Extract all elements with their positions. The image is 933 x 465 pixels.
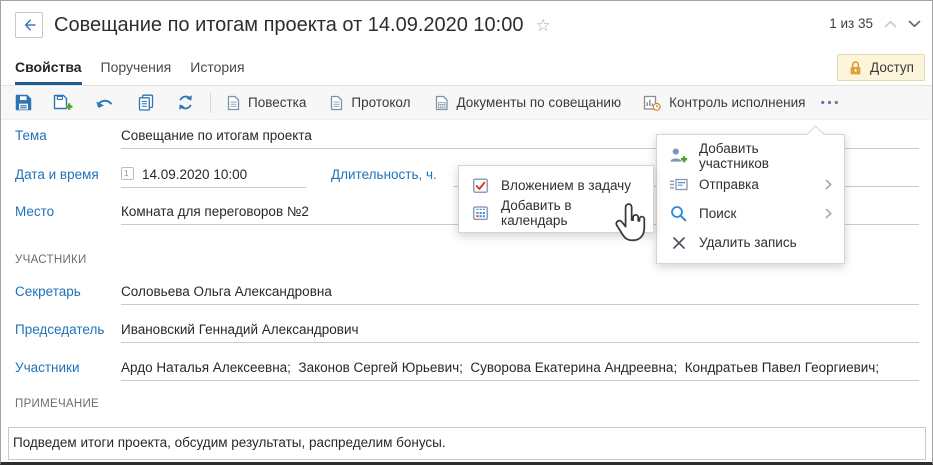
note-input[interactable]: Подведем итоги проекта, обсудим результа… — [8, 427, 926, 460]
secretary-input[interactable]: Соловьева Ольга Александровна — [121, 283, 919, 305]
tab-bar: Свойства Поручения История — [1, 49, 932, 86]
more-dots-icon — [820, 100, 839, 105]
menu-item-attach-to-task-label: Вложением в задачу — [501, 178, 631, 193]
back-button[interactable] — [15, 12, 43, 38]
delete-x-icon — [669, 236, 688, 250]
person-add-icon — [669, 147, 688, 164]
send-card-icon — [669, 178, 688, 191]
meeting-documents-button[interactable]: Документы по совещанию — [435, 95, 622, 111]
page-title: Совещание по итогам проекта от 14.09.202… — [54, 14, 523, 37]
datetime-value: 14.09.2020 10:00 — [142, 166, 247, 183]
agenda-button-label: Повестка — [248, 95, 306, 110]
chevron-up-icon — [884, 20, 897, 28]
save-plus-icon — [53, 94, 73, 112]
copy-button[interactable] — [138, 94, 154, 111]
undo-icon — [95, 96, 114, 109]
refresh-button[interactable] — [177, 94, 194, 111]
topic-label: Тема — [15, 127, 121, 144]
toolbar: Повестка Протокол Документы по совещанию — [1, 86, 932, 120]
menu-item-search-label: Поиск — [699, 206, 736, 221]
menu-item-attach-to-task[interactable]: Вложением в задачу — [459, 171, 653, 199]
agenda-button[interactable]: Повестка — [227, 95, 306, 111]
back-arrow-icon — [22, 18, 37, 32]
previous-record-button[interactable] — [884, 20, 897, 28]
members-field-row: Участники Ардо Наталья Алексеевна; Закон… — [15, 359, 919, 381]
protocol-button-label: Протокол — [351, 95, 410, 110]
menu-item-add-participants[interactable]: Добавить участников — [657, 141, 844, 170]
datetime-input[interactable]: 1 14.09.2020 10:00 — [121, 166, 306, 188]
document-calendar-icon — [435, 95, 449, 111]
submenu-chevron-icon — [825, 208, 832, 219]
document-icon — [330, 95, 343, 111]
copy-icon — [138, 94, 154, 111]
submenu-chevron-icon — [825, 179, 832, 190]
save-icon — [15, 94, 32, 111]
chairman-field-row: Председатель Ивановский Геннадий Алексан… — [15, 321, 919, 343]
secretary-label: Секретарь — [15, 283, 121, 300]
execution-control-button-label: Контроль исполнения — [669, 95, 805, 110]
secretary-field-row: Секретарь Соловьева Ольга Александровна — [15, 283, 919, 305]
header: Совещание по итогам проекта от 14.09.202… — [1, 1, 932, 49]
access-button[interactable]: Доступ — [837, 54, 925, 81]
save-and-add-button[interactable] — [53, 94, 73, 112]
meeting-card-window: Совещание по итогам проекта от 14.09.202… — [0, 0, 933, 465]
calendar-icon — [471, 205, 490, 221]
meeting-documents-button-label: Документы по совещанию — [457, 95, 622, 110]
tab-properties[interactable]: Свойства — [15, 49, 82, 85]
menu-item-search[interactable]: Поиск — [657, 199, 844, 228]
search-icon — [669, 205, 688, 222]
note-section-heading: ПРИМЕЧАНИЕ — [15, 398, 99, 410]
tab-properties-label: Свойства — [15, 59, 82, 75]
participants-section-heading: УЧАСТНИКИ — [15, 254, 87, 266]
undo-button[interactable] — [95, 96, 114, 109]
menu-item-add-to-calendar[interactable]: Добавить в календарь — [459, 199, 653, 227]
date-picker-icon[interactable]: 1 — [121, 167, 134, 180]
datetime-label: Дата и время — [15, 166, 121, 183]
tab-history-label: История — [190, 59, 244, 75]
lock-icon — [848, 60, 863, 76]
chairman-input[interactable]: Ивановский Геннадий Александрович — [121, 321, 919, 343]
record-pager: 1 из 35 — [829, 16, 921, 31]
next-record-button[interactable] — [908, 20, 921, 28]
favorite-star-icon[interactable]: ☆ — [535, 17, 550, 34]
add-to-calendar-menu: Вложением в задачу Добавить в календарь — [458, 165, 654, 233]
menu-item-add-participants-label: Добавить участников — [699, 141, 832, 171]
menu-item-add-to-calendar-label: Добавить в календарь — [501, 198, 641, 228]
duration-label: Длительность, ч. — [331, 166, 437, 183]
tab-assignments-label: Поручения — [101, 59, 172, 75]
execution-control-button[interactable]: Контроль исполнения — [643, 95, 805, 111]
active-tab-underline — [15, 82, 82, 85]
record-counter: 1 из 35 — [829, 16, 873, 31]
protocol-button[interactable]: Протокол — [330, 95, 410, 111]
access-button-label: Доступ — [870, 60, 914, 75]
more-actions-menu: Добавить участников Отправка — [656, 134, 845, 264]
tab-assignments[interactable]: Поручения — [101, 49, 172, 85]
menu-item-delete-record-label: Удалить запись — [699, 235, 797, 250]
chairman-label: Председатель — [15, 321, 121, 338]
tab-history[interactable]: История — [190, 49, 244, 85]
members-input[interactable]: Ардо Наталья Алексеевна; Законов Сергей … — [121, 359, 919, 381]
refresh-icon — [177, 94, 194, 111]
more-actions-button[interactable] — [820, 100, 839, 105]
place-label: Место — [15, 203, 121, 220]
menu-item-send-label: Отправка — [699, 177, 759, 192]
document-icon — [227, 95, 240, 111]
toolbar-separator — [210, 93, 211, 113]
menu-item-send[interactable]: Отправка — [657, 170, 844, 199]
task-check-icon — [471, 177, 490, 194]
save-button[interactable] — [15, 94, 32, 111]
chevron-down-icon — [908, 20, 921, 28]
members-label: Участники — [15, 359, 121, 376]
menu-item-delete-record[interactable]: Удалить запись — [657, 228, 844, 257]
chart-clock-icon — [643, 95, 661, 111]
